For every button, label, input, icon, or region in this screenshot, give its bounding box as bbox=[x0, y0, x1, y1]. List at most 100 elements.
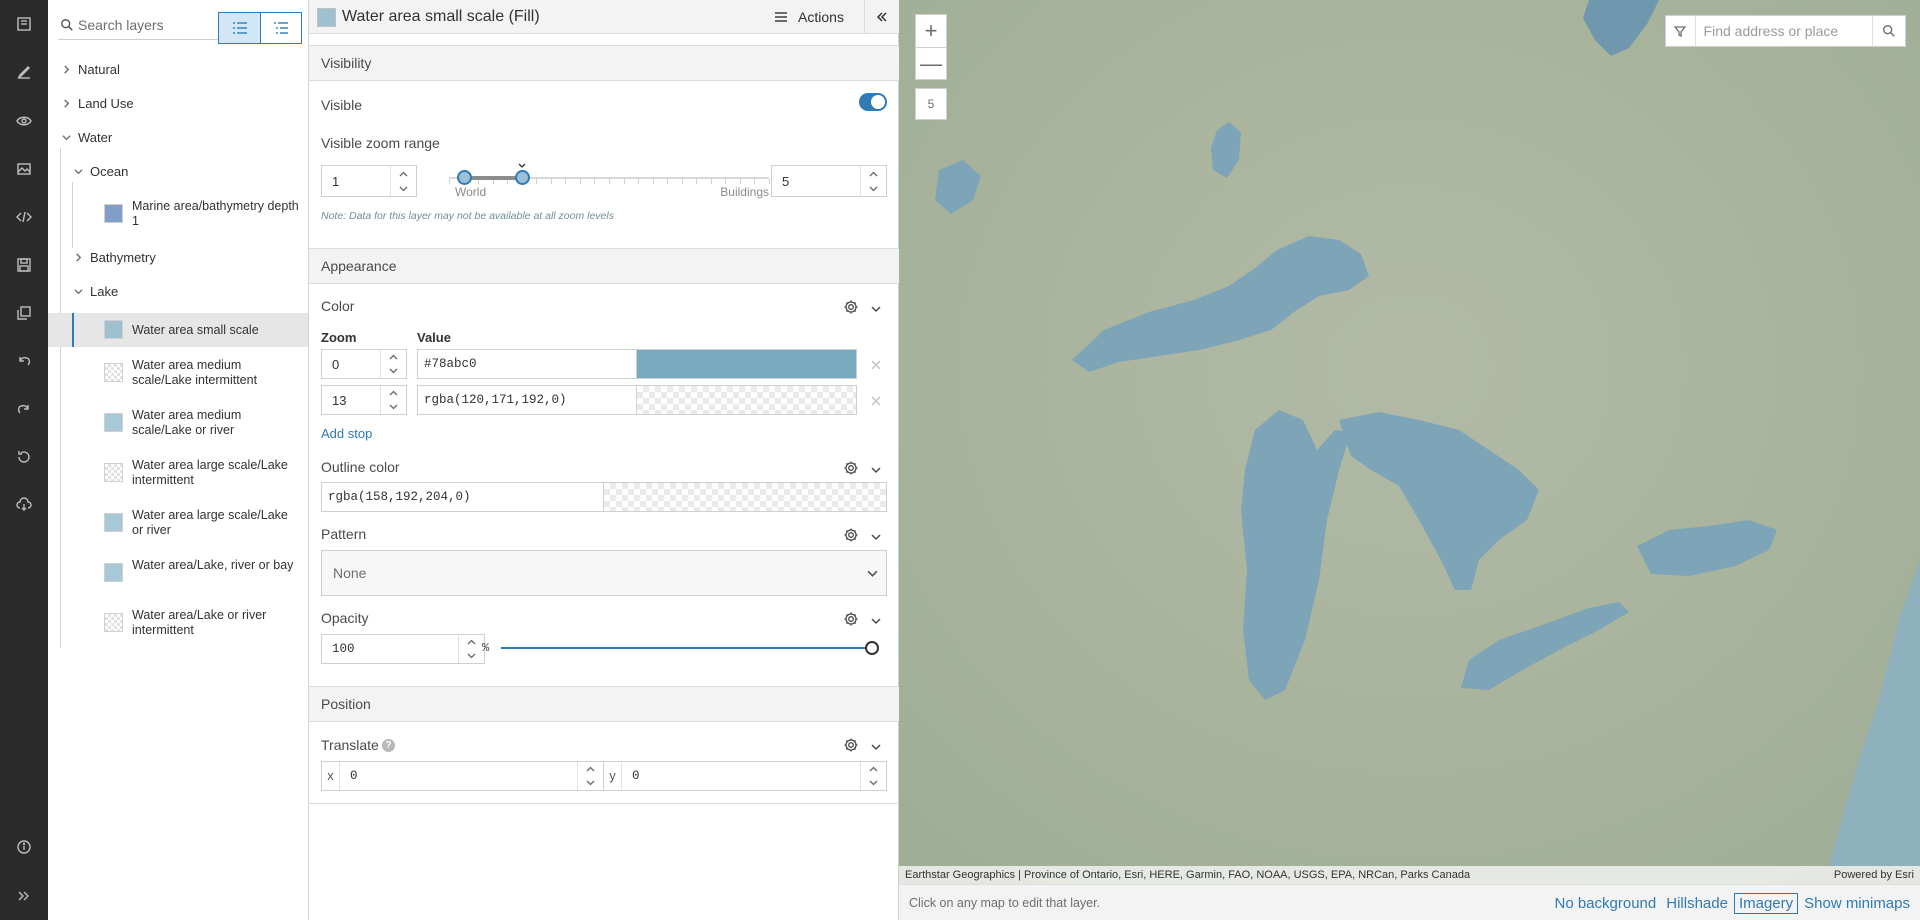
tree-group-ocean[interactable]: Ocean bbox=[72, 164, 332, 179]
outline-color-input[interactable]: rgba(158,192,204,0) bbox=[321, 482, 604, 512]
layer-item[interactable]: Marine area/bathymetry depth 1 bbox=[48, 196, 308, 240]
pattern-select[interactable]: None bbox=[321, 550, 887, 596]
opacity-input[interactable]: 100 bbox=[321, 634, 485, 664]
expand-icon[interactable] bbox=[12, 884, 36, 908]
tree-group-lake[interactable]: Lake bbox=[72, 284, 332, 299]
min-zoom-handle[interactable] bbox=[456, 170, 472, 185]
chevron-down-icon[interactable] bbox=[459, 649, 484, 663]
min-zoom-input[interactable]: 1 bbox=[321, 165, 417, 197]
gear-icon[interactable] bbox=[843, 460, 859, 476]
chevron-down-icon[interactable] bbox=[578, 776, 603, 790]
chevron-down-icon[interactable] bbox=[381, 364, 406, 378]
image-icon[interactable] bbox=[12, 157, 36, 181]
tree-group-bathymetry[interactable]: Bathymetry bbox=[72, 250, 332, 265]
chevron-down-icon[interactable] bbox=[871, 463, 883, 475]
background-option-hillshade[interactable]: Hillshade bbox=[1662, 894, 1732, 913]
chevron-down-icon[interactable] bbox=[391, 181, 416, 196]
min-zoom-value: 1 bbox=[332, 173, 340, 189]
color-value-input[interactable]: rgba(120,171,192,0) bbox=[417, 385, 637, 415]
color-value-input[interactable]: #78abc0 bbox=[417, 349, 637, 379]
layer-search-input[interactable] bbox=[78, 16, 218, 33]
geocoder-filter-button[interactable] bbox=[1666, 16, 1696, 46]
chevron-up-icon[interactable] bbox=[459, 635, 484, 649]
powered-by[interactable]: Powered by Esri bbox=[1834, 869, 1914, 881]
geocoder-input[interactable] bbox=[1695, 16, 1872, 46]
download-icon[interactable] bbox=[12, 493, 36, 517]
chevron-up-icon[interactable] bbox=[381, 350, 406, 364]
remove-stop-icon[interactable] bbox=[871, 358, 883, 370]
translate-y-input[interactable]: y 0 bbox=[604, 761, 887, 791]
layer-item[interactable]: Water area large scale/Lake or river bbox=[48, 503, 308, 547]
layer-item[interactable]: Water area/Lake or river intermittent bbox=[48, 603, 308, 647]
geocoder-search-button[interactable] bbox=[1871, 16, 1905, 46]
tree-group-water[interactable]: Water bbox=[60, 130, 320, 145]
max-zoom-handle[interactable] bbox=[514, 170, 530, 185]
opacity-slider-handle[interactable] bbox=[865, 641, 879, 655]
color-swatch[interactable] bbox=[637, 349, 857, 379]
chevron-down-icon[interactable] bbox=[871, 530, 883, 542]
actions-button[interactable]: Actions bbox=[759, 0, 859, 34]
grouped-view-button[interactable] bbox=[260, 13, 301, 43]
save-icon[interactable] bbox=[12, 253, 36, 277]
opacity-unit: % bbox=[482, 641, 490, 655]
reset-icon[interactable] bbox=[12, 445, 36, 469]
chevron-down-icon[interactable] bbox=[871, 614, 883, 626]
gear-icon[interactable] bbox=[843, 299, 859, 315]
gear-icon[interactable] bbox=[843, 737, 859, 753]
tree-group-natural[interactable]: Natural bbox=[60, 62, 320, 77]
gear-icon[interactable] bbox=[843, 527, 859, 543]
layer-item[interactable]: Water area medium scale/Lake intermitten… bbox=[48, 353, 308, 397]
edit-icon[interactable] bbox=[12, 60, 36, 84]
background-option-imagery[interactable]: Imagery bbox=[1733, 893, 1799, 914]
add-stop-link[interactable]: Add stop bbox=[321, 426, 372, 441]
book-icon[interactable] bbox=[12, 12, 36, 36]
stop-zoom-input[interactable]: 0 bbox=[321, 349, 407, 379]
zoom-out-button[interactable]: — bbox=[916, 47, 946, 79]
zoom-in-button[interactable]: + bbox=[916, 15, 946, 47]
color-swatch-transparent[interactable] bbox=[637, 385, 857, 415]
chevron-down-icon[interactable] bbox=[861, 776, 886, 790]
help-icon[interactable]: ? bbox=[382, 739, 395, 752]
layer-item-selected[interactable]: Water area small scale bbox=[48, 313, 308, 347]
chevron-up-icon[interactable] bbox=[578, 762, 603, 776]
position-section-header[interactable]: Position bbox=[309, 686, 899, 722]
info-icon[interactable] bbox=[12, 835, 36, 859]
chevron-up-icon[interactable] bbox=[381, 386, 406, 400]
list-view-button[interactable] bbox=[219, 13, 260, 43]
properties-header: Water area small scale (Fill) Actions bbox=[309, 0, 899, 34]
tree-group-land-use[interactable]: Land Use bbox=[60, 96, 320, 111]
translate-x-input[interactable]: x 0 bbox=[321, 761, 604, 791]
chevron-down-icon[interactable] bbox=[871, 302, 883, 314]
chevron-up-icon[interactable] bbox=[861, 166, 886, 181]
chevron-down-icon[interactable] bbox=[381, 400, 406, 414]
chevron-down-icon[interactable] bbox=[861, 181, 886, 196]
chevron-up-icon[interactable] bbox=[391, 166, 416, 181]
redo-icon[interactable] bbox=[12, 397, 36, 421]
visibility-section-header[interactable]: Visibility bbox=[309, 45, 899, 81]
chevron-down-icon[interactable] bbox=[871, 740, 883, 752]
show-minimaps-toggle[interactable]: Show minimaps bbox=[1800, 894, 1914, 913]
view-toggle bbox=[218, 12, 302, 44]
chevron-up-icon[interactable] bbox=[861, 762, 886, 776]
layer-item[interactable]: Water area/Lake, river or bay bbox=[48, 553, 308, 597]
appearance-section-header[interactable]: Appearance bbox=[309, 248, 899, 284]
gear-icon[interactable] bbox=[843, 611, 859, 627]
collapse-panel-button[interactable] bbox=[864, 0, 899, 34]
opacity-slider-track bbox=[501, 647, 873, 649]
undo-icon[interactable] bbox=[12, 349, 36, 373]
remove-stop-icon[interactable] bbox=[871, 394, 883, 406]
outline-color-swatch[interactable] bbox=[604, 482, 887, 512]
stop-zoom-input[interactable]: 13 bbox=[321, 385, 407, 415]
opacity-slider[interactable] bbox=[501, 640, 879, 656]
background-option-none[interactable]: No background bbox=[1551, 894, 1661, 913]
copy-icon[interactable] bbox=[12, 301, 36, 325]
eye-icon[interactable] bbox=[12, 109, 36, 133]
code-icon[interactable] bbox=[12, 205, 36, 229]
visible-toggle[interactable] bbox=[859, 93, 887, 111]
map-view[interactable]: + — 5 Earthstar Geographics | Province o… bbox=[899, 0, 1920, 920]
map-canvas[interactable] bbox=[899, 0, 1920, 920]
max-zoom-input[interactable]: 5 bbox=[771, 165, 887, 197]
layer-item[interactable]: Water area medium scale/Lake or river bbox=[48, 403, 308, 447]
layer-item[interactable]: Water area large scale/Lake intermittent bbox=[48, 453, 308, 497]
app-root: Natural Land Use Water Ocean Marine area… bbox=[0, 0, 1920, 920]
